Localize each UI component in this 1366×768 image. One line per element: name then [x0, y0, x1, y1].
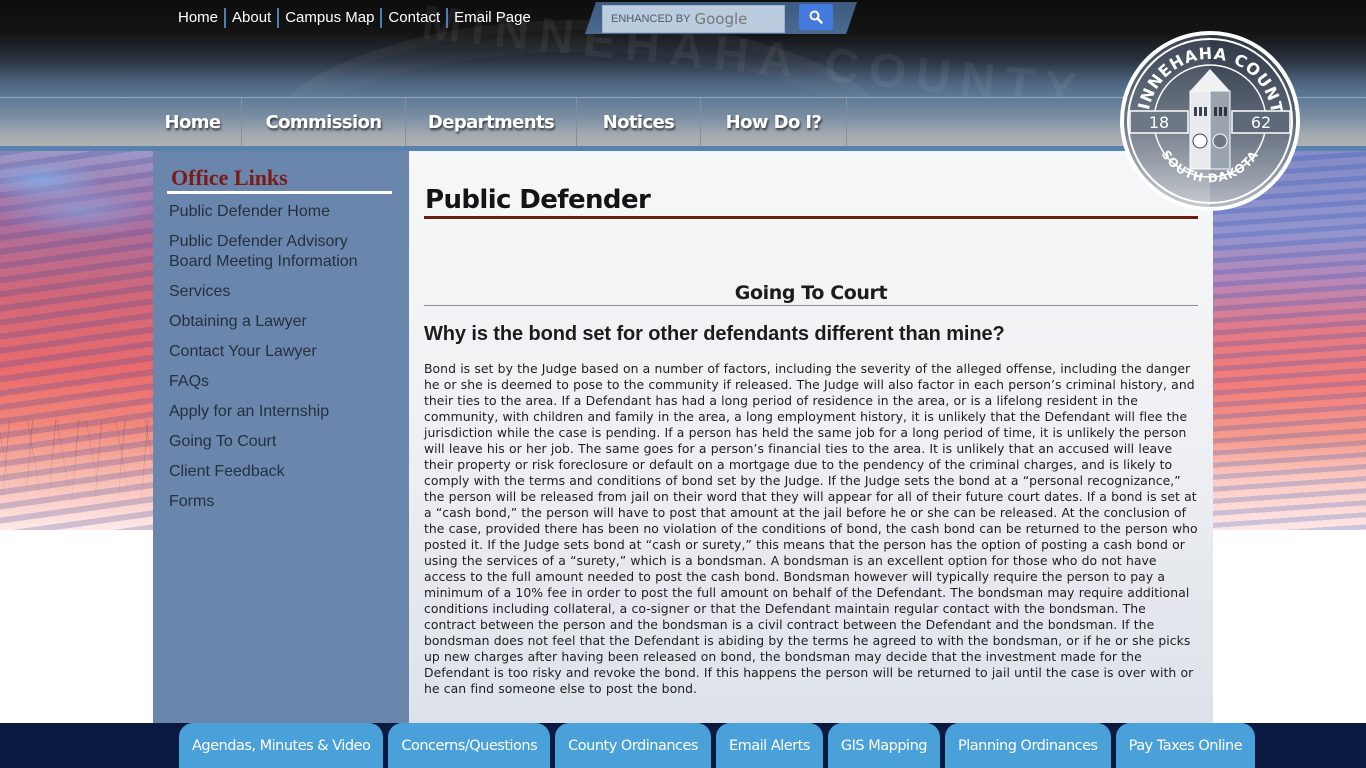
search-icon — [809, 10, 823, 24]
search-button[interactable] — [799, 4, 833, 30]
page-title: Public Defender — [425, 185, 651, 215]
svg-text:18: 18 — [1149, 113, 1169, 132]
sidebar-item-going-to-court: Going To Court — [169, 432, 394, 452]
sidebar-link[interactable]: Client Feedback — [169, 463, 285, 480]
sidebar-item-forms: Forms — [169, 492, 394, 512]
search-input[interactable]: ENHANCED BY Google — [602, 5, 785, 33]
quick-link-concerns[interactable]: Concerns/Questions — [388, 723, 551, 768]
utility-nav: Home About Campus Map Contact Email Page — [172, 8, 537, 28]
sidebar-item-contact-your-lawyer: Contact Your Lawyer — [169, 342, 394, 362]
utility-link-home[interactable]: Home — [172, 8, 224, 28]
utility-link-about[interactable]: About — [224, 8, 277, 28]
utility-link-campus-map[interactable]: Campus Map — [277, 8, 380, 28]
nav-how-do-i[interactable]: How Do I? — [701, 98, 847, 147]
utility-link-email-page[interactable]: Email Page — [446, 8, 537, 28]
nav-home[interactable]: Home — [144, 98, 242, 147]
sidebar-link[interactable]: Contact Your Lawyer — [169, 343, 317, 360]
quick-link-gis-mapping[interactable]: GIS Mapping — [827, 723, 940, 768]
sidebar-item-public-defender-home: Public Defender Home — [169, 202, 394, 222]
sidebar-links: Public Defender Home Public Defender Adv… — [169, 202, 394, 522]
sidebar-item-apply-internship: Apply for an Internship — [169, 402, 394, 422]
sidebar-link[interactable]: Services — [169, 283, 230, 300]
sidebar-item-services: Services — [169, 282, 394, 302]
sidebar-item-obtaining-a-lawyer: Obtaining a Lawyer — [169, 312, 394, 332]
nav-commission[interactable]: Commission — [242, 98, 406, 147]
county-seal-logo[interactable]: MINNEHAHA COUNTY SOUTH DAKOTA 18 62 — [1118, 29, 1302, 213]
county-seal-icon: MINNEHAHA COUNTY SOUTH DAKOTA 18 62 — [1120, 31, 1300, 211]
nav-notices[interactable]: Notices — [577, 98, 701, 147]
sidebar-link[interactable]: Going To Court — [169, 433, 276, 450]
section-title-rule — [424, 305, 1198, 306]
main-content: Public Defender Going To Court Why is th… — [409, 151, 1213, 723]
quick-link-pay-taxes[interactable]: Pay Taxes Online — [1115, 723, 1256, 768]
sidebar-link[interactable]: Forms — [169, 493, 214, 510]
sidebar-title: Office Links — [171, 165, 288, 190]
sidebar-link[interactable]: Obtaining a Lawyer — [169, 313, 307, 330]
search-placeholder-brand: Google — [694, 10, 748, 28]
utility-link-contact[interactable]: Contact — [380, 8, 446, 28]
faq-question: Why is the bond set for other defendants… — [424, 323, 1005, 345]
sidebar-title-rule — [167, 191, 392, 194]
quick-link-email-alerts[interactable]: Email Alerts — [715, 723, 823, 768]
section-title: Going To Court — [734, 282, 888, 304]
nav-departments[interactable]: Departments — [406, 98, 577, 147]
sidebar-link[interactable]: Public Defender Advisory Board Meeting I… — [169, 233, 358, 270]
faq-answer: Bond is set by the Judge based on a numb… — [424, 361, 1198, 696]
background-sunset-left — [0, 150, 153, 530]
quick-link-agendas[interactable]: Agendas, Minutes & Video — [179, 723, 384, 768]
svg-text:62: 62 — [1251, 113, 1271, 132]
sidebar-link[interactable]: Apply for an Internship — [169, 403, 329, 420]
quick-link-planning-ordinances[interactable]: Planning Ordinances — [944, 723, 1111, 768]
sidebar-link[interactable]: FAQs — [169, 373, 209, 390]
quick-link-county-ordinances[interactable]: County Ordinances — [555, 723, 711, 768]
footer-quick-links-bar: Agendas, Minutes & Video Concerns/Questi… — [0, 723, 1366, 768]
background-trees — [0, 420, 153, 510]
search-placeholder-prefix: ENHANCED BY — [611, 13, 691, 25]
page-title-rule — [424, 216, 1198, 219]
sidebar-item-faqs: FAQs — [169, 372, 394, 392]
sidebar-item-advisory-board: Public Defender Advisory Board Meeting I… — [169, 232, 394, 272]
sidebar-link[interactable]: Public Defender Home — [169, 203, 330, 220]
sidebar-item-client-feedback: Client Feedback — [169, 462, 394, 482]
office-links-sidebar: Office Links Public Defender Home Public… — [153, 151, 409, 723]
